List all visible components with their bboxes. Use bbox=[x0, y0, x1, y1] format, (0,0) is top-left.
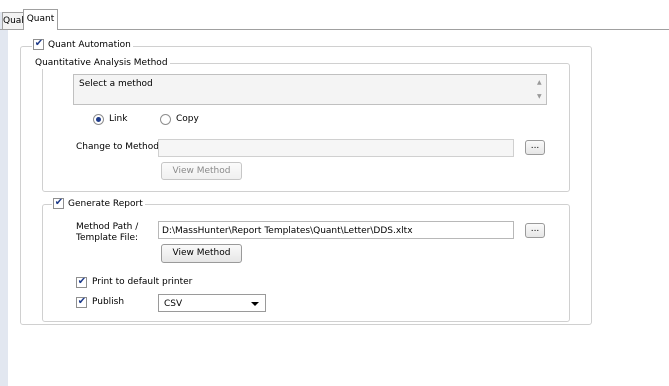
check-icon: ✔ bbox=[54, 197, 64, 208]
generate-report-label: Generate Report bbox=[68, 199, 143, 209]
tab-qual-label: Qual bbox=[3, 16, 24, 26]
chevron-down-icon[interactable] bbox=[251, 302, 259, 306]
tab-quant[interactable]: Quant bbox=[23, 9, 58, 30]
print-default-label: Print to default printer bbox=[92, 277, 193, 287]
publish-format-select[interactable]: CSV bbox=[158, 294, 266, 312]
publish-checkbox[interactable]: ✔ bbox=[76, 296, 87, 308]
quant-automation-legend: ✔ Quant Automation bbox=[32, 38, 133, 51]
quant-automation-checkbox[interactable]: ✔ bbox=[33, 38, 44, 50]
copy-radio-label: Copy bbox=[176, 114, 199, 124]
radio-selected-dot bbox=[96, 117, 101, 122]
tab-quant-label: Quant bbox=[26, 14, 55, 24]
scroll-up-icon[interactable]: ▲ bbox=[537, 79, 542, 86]
method-list-scrollbar[interactable]: ▲ ▼ bbox=[534, 75, 546, 104]
check-icon: ✔ bbox=[77, 276, 87, 287]
scroll-down-icon[interactable]: ▼ bbox=[537, 93, 542, 100]
view-method-button[interactable]: View Method bbox=[161, 244, 242, 263]
method-path-label-line1: Method Path / bbox=[76, 222, 139, 232]
check-icon: ✔ bbox=[77, 296, 87, 307]
link-radio[interactable] bbox=[93, 114, 104, 125]
method-path-label-line2: Template File: bbox=[76, 233, 139, 243]
method-list-placeholder: Select a method bbox=[79, 79, 153, 89]
view-method-button-disabled[interactable]: View Method bbox=[161, 162, 242, 180]
method-group-legend: Quantitative Analysis Method bbox=[33, 58, 170, 69]
print-default-checkbox[interactable]: ✔ bbox=[76, 276, 87, 288]
change-to-method-input[interactable] bbox=[158, 139, 514, 157]
method-path-browse-button[interactable]: ... bbox=[525, 223, 545, 238]
publish-format-value: CSV bbox=[164, 299, 183, 309]
change-to-method-label: Change to Method: bbox=[76, 142, 163, 152]
check-icon: ✔ bbox=[34, 38, 44, 49]
quant-automation-label: Quant Automation bbox=[48, 40, 131, 50]
publish-label: Publish bbox=[92, 297, 125, 307]
report-group-legend: ✔ Generate Report bbox=[52, 197, 145, 210]
method-path-input[interactable]: D:\MassHunter\Report Templates\Quant\Let… bbox=[158, 221, 514, 239]
generate-report-checkbox[interactable]: ✔ bbox=[53, 197, 64, 209]
copy-radio[interactable] bbox=[160, 114, 171, 125]
method-list[interactable]: Select a method ▲ ▼ bbox=[73, 74, 547, 105]
change-method-browse-button[interactable]: ... bbox=[525, 140, 545, 155]
tab-qual[interactable]: Qual bbox=[2, 12, 24, 29]
link-radio-label: Link bbox=[109, 114, 128, 124]
